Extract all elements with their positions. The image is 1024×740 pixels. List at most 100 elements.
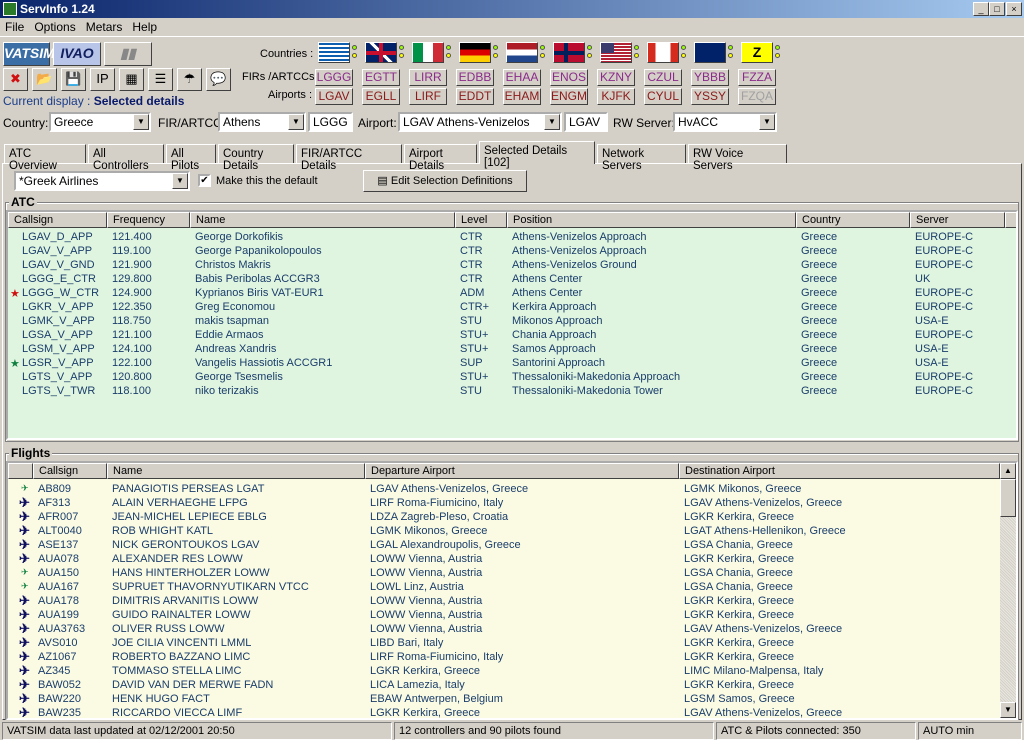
fir-button-ehaa[interactable]: EHAA: [503, 69, 541, 86]
atc-list[interactable]: Callsign Frequency Name Level Position Countr…: [6, 210, 1018, 440]
toolbar-button-grid[interactable]: ▦: [119, 68, 144, 91]
toolbar-button-save[interactable]: 💾: [61, 68, 86, 91]
airport-button-eham[interactable]: EHAM: [503, 88, 541, 105]
column-header-frequency[interactable]: Frequency: [107, 212, 190, 228]
table-row[interactable]: ✈ AUA3763 OLIVER RUSS LOWW LOWW Vienna, Aus…: [8, 623, 1016, 637]
table-row[interactable]: LGMK_V_APP 118.750 makis tsapman STU Mikonos…: [8, 315, 1016, 329]
tab-country-details[interactable]: Country Details: [218, 144, 294, 172]
flag-button-australia[interactable]: [694, 42, 726, 63]
fir-button-czul[interactable]: CZUL: [644, 69, 682, 86]
table-row[interactable]: ✈ BAW052 DAVID VAN DER MERWE FADN LICA Lame…: [8, 679, 1016, 693]
airport-select[interactable]: LGAV Athens-Venizelos ▼: [398, 112, 562, 132]
chevron-down-icon[interactable]: ▼: [172, 173, 188, 189]
table-row[interactable]: ✈ ASE137 NICK GERONTOUKOS LGAV LGAL Alexand…: [8, 539, 1016, 553]
column-header-position[interactable]: Position: [507, 212, 796, 228]
close-button[interactable]: ×: [1006, 2, 1022, 16]
column-header-name[interactable]: Name: [190, 212, 455, 228]
tab-airport-details[interactable]: Airport Details: [404, 144, 477, 172]
table-row[interactable]: ✈ AUA150 HANS HINTERHOLZER LOWW LOWW Vienna…: [8, 567, 1016, 581]
airport-button-lgav[interactable]: LGAV: [315, 88, 353, 105]
flag-button-netherlands[interactable]: [506, 42, 538, 63]
tab-rw-voice-servers[interactable]: RW Voice Servers: [688, 144, 787, 172]
flag-button-canada[interactable]: [647, 42, 679, 63]
offline-network-button[interactable]: ▮▮: [104, 42, 152, 66]
table-row[interactable]: ✈ AUA167 SUPRUET THAVORNYUTIKARN VTCC LOWL …: [8, 581, 1016, 595]
airport-button-fzqa[interactable]: FZQA: [738, 88, 776, 105]
flights-list[interactable]: Callsign Name Departure Airport Destination…: [6, 461, 1018, 720]
scroll-down-button[interactable]: ▼: [1000, 702, 1016, 718]
table-row[interactable]: LGSA_V_APP 121.100 Eddie Armaos STU+ Chania …: [8, 329, 1016, 343]
tab-selected-details-102-[interactable]: Selected Details [102]: [479, 141, 595, 169]
table-row[interactable]: LGGG_E_CTR 129.800 Babis Peribolas ACCGR3 C…: [8, 273, 1016, 287]
table-row[interactable]: ✈ ALT0040 ROB WHIGHT KATL LGMK Mikonos, Gre…: [8, 525, 1016, 539]
tab-atc-overview[interactable]: ATC Overview: [4, 144, 86, 172]
fir-button-egtt[interactable]: EGTT: [362, 69, 400, 86]
column-header-level[interactable]: Level: [455, 212, 507, 228]
column-header-server[interactable]: Server: [910, 212, 1005, 228]
table-row[interactable]: ★ LGSR_V_APP 122.100 Vangelis Hassiotis ACC…: [8, 357, 1016, 371]
menu-help[interactable]: Help: [127, 18, 162, 36]
tab-fir-artcc-details[interactable]: FIR/ARTCC Details: [296, 144, 402, 172]
table-row[interactable]: LGAV_D_APP 121.400 George Dorkofikis CTR Ath…: [8, 231, 1016, 245]
table-row[interactable]: LGTS_V_APP 120.800 George Tsesmelis STU+ The…: [8, 371, 1016, 385]
chevron-down-icon[interactable]: ▼: [133, 114, 149, 130]
toolbar-button-message[interactable]: 💬: [206, 68, 231, 91]
fir-button-enos[interactable]: ENOS: [550, 69, 588, 86]
fir-button-edbb[interactable]: EDBB: [456, 69, 494, 86]
airport-button-engm[interactable]: ENGM: [550, 88, 588, 105]
selection-select[interactable]: *Greek Airlines ▼: [14, 171, 190, 191]
tab-all-controllers[interactable]: All Controllers: [88, 144, 164, 172]
airport-button-eddt[interactable]: EDDT: [456, 88, 494, 105]
table-row[interactable]: LGTS_V_TWR 118.100 niko terizakis STU Thessa…: [8, 385, 1016, 399]
tab-all-pilots[interactable]: All Pilots: [166, 144, 216, 172]
table-row[interactable]: ✈ BAW235 RICCARDO VIECCA LIMF LGKR Kerkira,…: [8, 707, 1016, 718]
country-select[interactable]: Greece ▼: [49, 112, 151, 132]
column-header-callsign[interactable]: Callsign: [8, 212, 107, 228]
toolbar-button-list[interactable]: ☰: [148, 68, 173, 91]
toolbar-button-ip[interactable]: IP: [90, 68, 115, 91]
vatsim-button[interactable]: VATSIM: [3, 42, 55, 66]
minimize-button[interactable]: _: [973, 2, 989, 16]
table-row[interactable]: LGAV_V_GND 121.900 Christos Makris CTR Athen…: [8, 259, 1016, 273]
chevron-down-icon[interactable]: ▼: [544, 114, 560, 130]
column-header-country[interactable]: Country: [796, 212, 910, 228]
flag-button-germany[interactable]: [459, 42, 491, 63]
fir-button-ybbb[interactable]: YBBB: [691, 69, 729, 86]
column-header-destination-airport[interactable]: Destination Airport: [679, 463, 1000, 479]
table-row[interactable]: ✈ AZ1067 ROBERTO BAZZANO LIMC LIRF Roma-Fiu…: [8, 651, 1016, 665]
airport-button-kjfk[interactable]: KJFK: [597, 88, 635, 105]
column-header-departure-airport[interactable]: Departure Airport: [365, 463, 679, 479]
edit-selection-button[interactable]: ▤ Edit Selection Definitions: [363, 170, 527, 192]
menu-options[interactable]: Options: [29, 18, 80, 36]
table-row[interactable]: ✈ AUA199 GUIDO RAINALTER LOWW LOWW Vienna, …: [8, 609, 1016, 623]
table-row[interactable]: ✈ AZ345 TOMMASO STELLA LIMC LGKR Kerkira, G…: [8, 665, 1016, 679]
airport-button-yssy[interactable]: YSSY: [691, 88, 729, 105]
tab-network-servers[interactable]: Network Servers: [597, 144, 686, 172]
maximize-button[interactable]: □: [989, 2, 1005, 16]
rw-server-select[interactable]: HvACC ▼: [673, 112, 777, 132]
flag-button-norway[interactable]: [553, 42, 585, 63]
table-row[interactable]: ✈ AUA178 DIMITRIS ARVANITIS LOWW LOWW Vienn…: [8, 595, 1016, 609]
table-row[interactable]: LGSM_V_APP 124.100 Andreas Xandris STU+ Samo…: [8, 343, 1016, 357]
make-default-checkbox[interactable]: ✔: [198, 174, 211, 187]
table-row[interactable]: ✈ AUA078 ALEXANDER RES LOWW LOWW Vienna, Au…: [8, 553, 1016, 567]
airport-button-cyul[interactable]: CYUL: [644, 88, 682, 105]
table-row[interactable]: ✈ AF313 ALAIN VERHAEGHE LFPG LIRF Roma-Fium…: [8, 497, 1016, 511]
fir-button-kzny[interactable]: KZNY: [597, 69, 635, 86]
flag-button-uk[interactable]: [365, 42, 397, 63]
ivao-button[interactable]: IVAO: [53, 42, 101, 66]
chevron-down-icon[interactable]: ▼: [288, 114, 304, 130]
column-header-callsign[interactable]: Callsign: [33, 463, 107, 479]
scroll-thumb[interactable]: [1000, 479, 1016, 517]
chevron-down-icon[interactable]: ▼: [759, 114, 775, 130]
fir-button-lirr[interactable]: LIRR: [409, 69, 447, 86]
column-header-status[interactable]: [8, 463, 33, 479]
flag-button-z[interactable]: Z: [741, 42, 773, 63]
airport-button-lirf[interactable]: LIRF: [409, 88, 447, 105]
flag-button-greece[interactable]: [318, 42, 350, 63]
flag-button-italy[interactable]: [412, 42, 444, 63]
table-row[interactable]: ★ LGGG_W_CTR 124.900 Kyprianos Biris VAT-EU…: [8, 287, 1016, 301]
fir-code-input[interactable]: LGGG: [308, 112, 353, 132]
table-row[interactable]: LGKR_V_APP 122.350 Greg Economou CTR+ Kerkir…: [8, 301, 1016, 315]
table-row[interactable]: LGAV_V_APP 119.100 George Papanikolopoulos…: [8, 245, 1016, 259]
